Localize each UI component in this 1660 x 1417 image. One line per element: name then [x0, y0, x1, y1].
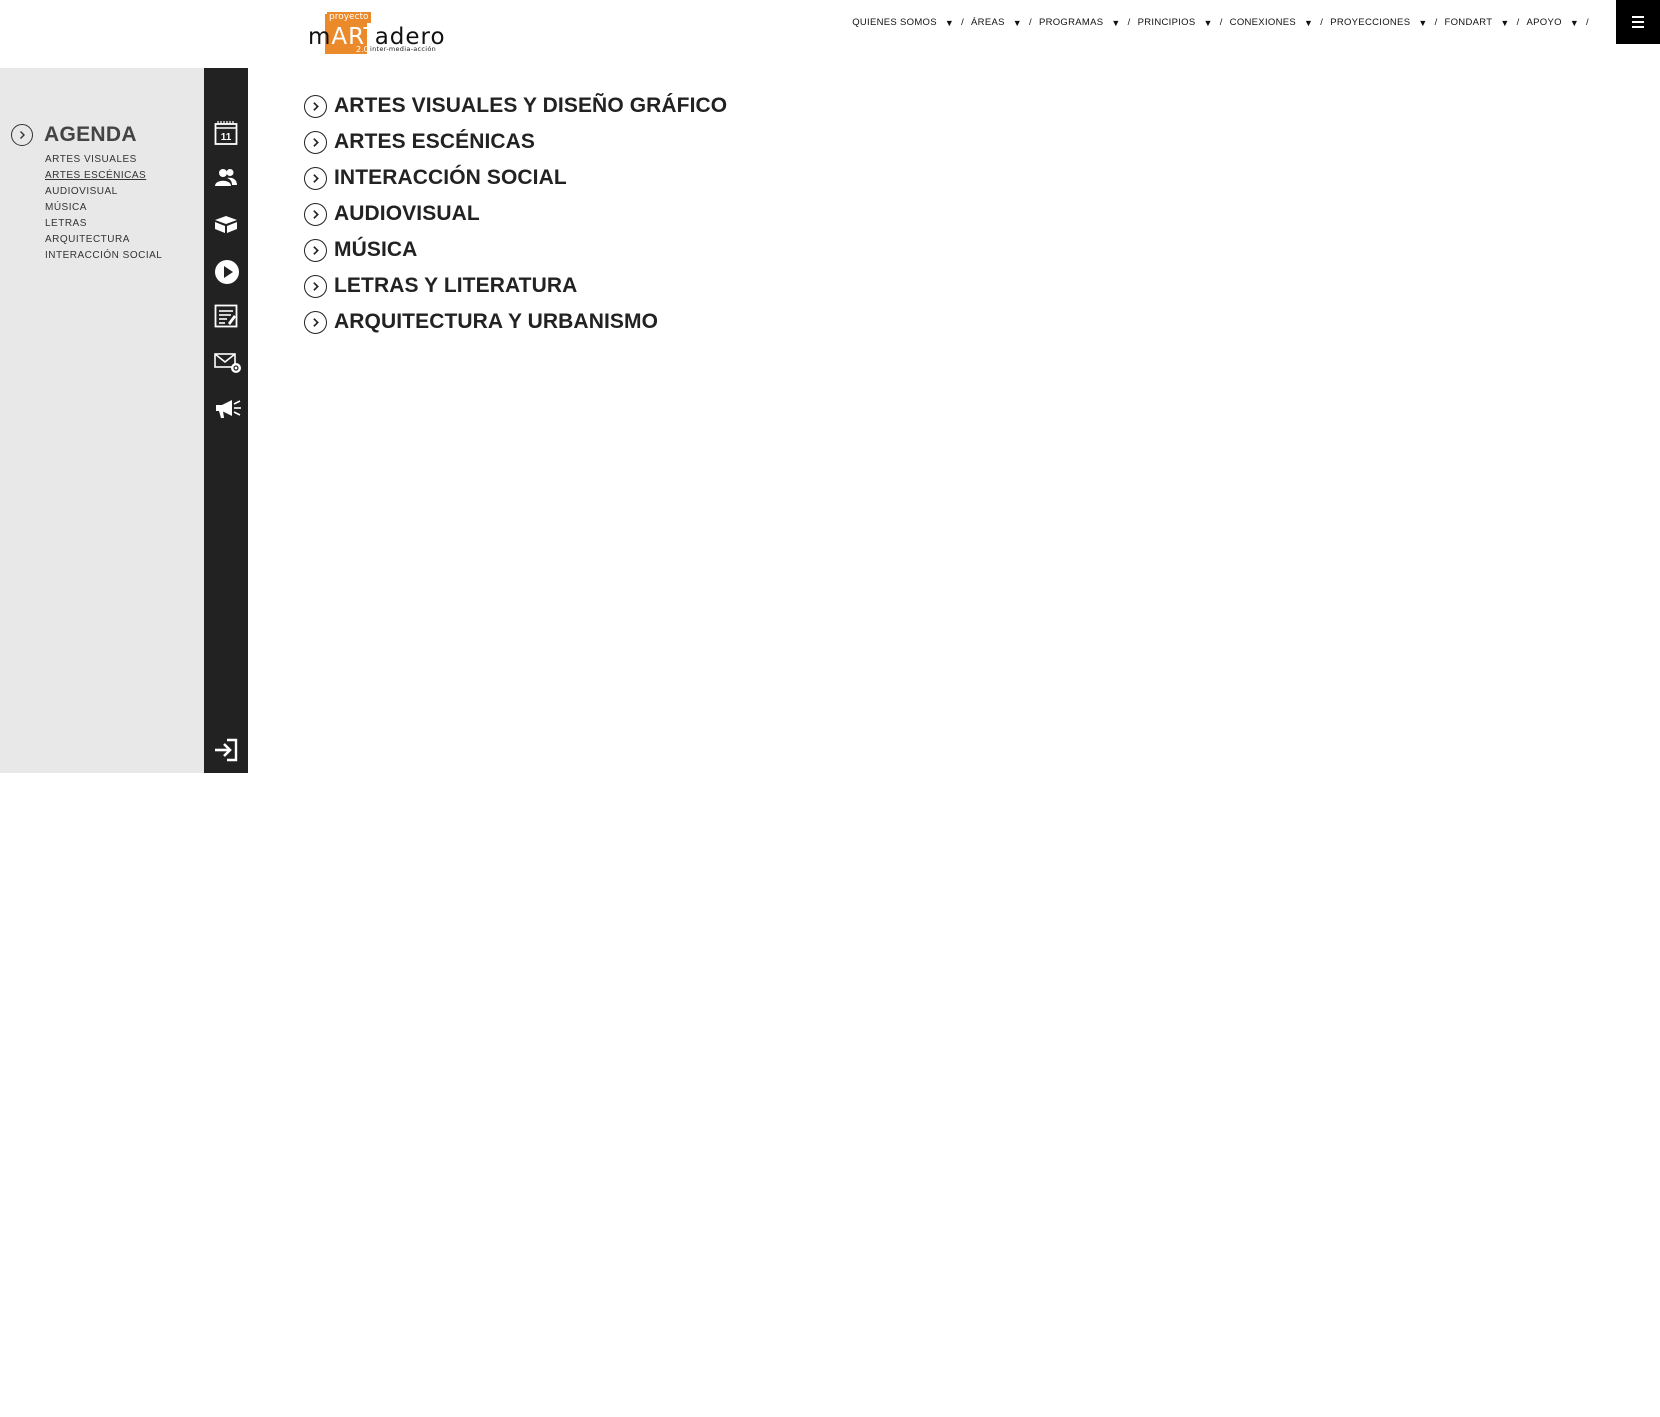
chevron-right-circle-icon: [304, 202, 327, 226]
megaphone-icon[interactable]: [214, 398, 241, 422]
icon-rail: 11: [204, 68, 248, 773]
nav-proyecciones[interactable]: PROYECCIONES ▼: [1330, 17, 1427, 28]
nav-separator: /: [1219, 17, 1223, 28]
login-icon[interactable]: [214, 738, 238, 762]
play-icon[interactable]: [214, 259, 239, 284]
agenda-heading[interactable]: AGENDA: [11, 123, 137, 147]
chevron-right-circle-icon: [304, 238, 327, 262]
calendar-icon[interactable]: 11: [214, 120, 238, 145]
top-navigation: QUIENES SOMOS ▼ / ÁREAS ▼ / PROGRAMAS ▼ / P…: [852, 17, 1596, 28]
nav-separator: /: [1434, 17, 1438, 28]
nav-separator: /: [961, 17, 965, 28]
nav-separator: /: [1127, 17, 1131, 28]
nav-label: APOYO: [1526, 17, 1562, 28]
area-label: ARQUITECTURA Y URBANISMO: [334, 310, 659, 333]
area-link-artes-escenicas[interactable]: ARTES ESCÉNICAS: [304, 124, 727, 160]
chevron-right-circle-icon: [304, 310, 327, 334]
agenda-item-interaccion-social[interactable]: INTERACCIÓN SOCIAL: [45, 248, 162, 264]
agenda-item-arquitectura[interactable]: ARQUITECTURA: [45, 232, 162, 248]
nav-label: ÁREAS: [971, 17, 1005, 28]
agenda-item-musica[interactable]: MÚSICA: [45, 200, 162, 216]
area-link-musica[interactable]: MÚSICA: [304, 232, 727, 268]
chevron-down-icon: ▼: [1500, 17, 1510, 28]
chevron-right-circle-icon: [304, 166, 327, 190]
agenda-item-letras[interactable]: LETRAS: [45, 216, 162, 232]
area-label: ARTES ESCÉNICAS: [334, 130, 536, 153]
area-label: ARTES VISUALES Y DISEÑO GRÁFICO: [334, 94, 728, 117]
agenda-item-audiovisual[interactable]: AUDIOVISUAL: [45, 184, 162, 200]
box-icon[interactable]: [214, 214, 238, 238]
nav-separator: /: [1320, 17, 1324, 28]
nav-principios[interactable]: PRINCIPIOS ▼: [1138, 17, 1213, 28]
nav-label: QUIENES SOMOS: [852, 17, 937, 28]
nav-quienes-somos[interactable]: QUIENES SOMOS ▼: [852, 17, 954, 28]
document-icon[interactable]: [214, 304, 238, 328]
chevron-down-icon: ▼: [1203, 17, 1213, 28]
chevron-right-circle-icon: [304, 274, 327, 298]
area-label: LETRAS Y LITERATURA: [334, 274, 578, 297]
nav-label: CONEXIONES: [1229, 17, 1297, 28]
nav-label: PROYECCIONES: [1330, 17, 1411, 28]
nav-separator: /: [1586, 17, 1589, 28]
chevron-down-icon: ▼: [1569, 17, 1580, 28]
people-icon[interactable]: [214, 168, 238, 192]
logo-pre: m: [308, 24, 332, 50]
areas-list: ARTES VISUALES Y DISEÑO GRÁFICO ARTES ES…: [304, 88, 727, 340]
nav-areas[interactable]: ÁREAS ▼: [971, 17, 1022, 28]
nav-label: PROGRAMAS: [1038, 17, 1104, 28]
nav-apoyo[interactable]: APOYO ▼: [1527, 17, 1580, 28]
area-link-interaccion-social[interactable]: INTERACCIÓN SOCIAL: [304, 160, 727, 196]
nav-conexiones[interactable]: CONEXIONES ▼: [1230, 17, 1314, 28]
agenda-item-artes-visuales[interactable]: ARTES VISUALES: [45, 152, 162, 168]
hamburger-icon: [1632, 16, 1644, 28]
chevron-down-icon: ▼: [1111, 17, 1121, 28]
chevron-down-icon: ▼: [1418, 17, 1428, 28]
agenda-category-list: ARTES VISUALES ARTES ESCÉNICAS AUDIOVISU…: [45, 152, 162, 264]
chevron-down-icon: ▼: [944, 17, 955, 28]
nav-programas[interactable]: PROGRAMAS ▼: [1039, 17, 1121, 28]
nav-separator: /: [1028, 17, 1032, 28]
logo-top-text: proyecto: [327, 12, 371, 23]
nav-label: FONDART: [1444, 17, 1493, 28]
logo-tagline: inter-media-acción: [370, 45, 437, 53]
calendar-day: 11: [221, 132, 232, 143]
area-link-artes-visuales[interactable]: ARTES VISUALES Y DISEÑO GRÁFICO: [304, 88, 727, 124]
chevron-right-circle-icon: [11, 124, 33, 146]
agenda-item-artes-escenicas[interactable]: ARTES ESCÉNICAS: [45, 168, 162, 184]
area-link-arquitectura[interactable]: ARQUITECTURA Y URBANISMO: [304, 304, 727, 340]
menu-toggle-button[interactable]: [1616, 0, 1660, 44]
area-label: INTERACCIÓN SOCIAL: [334, 166, 567, 189]
chevron-down-icon: ▼: [1304, 17, 1314, 28]
chevron-right-circle-icon: [304, 94, 327, 118]
area-link-audiovisual[interactable]: AUDIOVISUAL: [304, 196, 727, 232]
chevron-right-circle-icon: [304, 130, 327, 154]
nav-separator: /: [1516, 17, 1520, 28]
mail-icon[interactable]: [214, 351, 241, 375]
area-link-letras[interactable]: LETRAS Y LITERATURA: [304, 268, 727, 304]
area-label: MÚSICA: [334, 238, 418, 261]
agenda-title: AGENDA: [44, 123, 137, 146]
logo-version: 2.0: [356, 45, 369, 54]
nav-fondart[interactable]: FONDART ▼: [1445, 17, 1510, 28]
agenda-sidebar: AGENDA ARTES VISUALES ARTES ESCÉNICAS AU…: [0, 68, 204, 773]
chevron-down-icon: ▼: [1012, 17, 1022, 28]
site-logo[interactable]: proyecto mARTadero 2.0 inter-media-acció…: [308, 12, 445, 56]
area-label: AUDIOVISUAL: [334, 202, 480, 225]
nav-label: PRINCIPIOS: [1137, 17, 1196, 28]
